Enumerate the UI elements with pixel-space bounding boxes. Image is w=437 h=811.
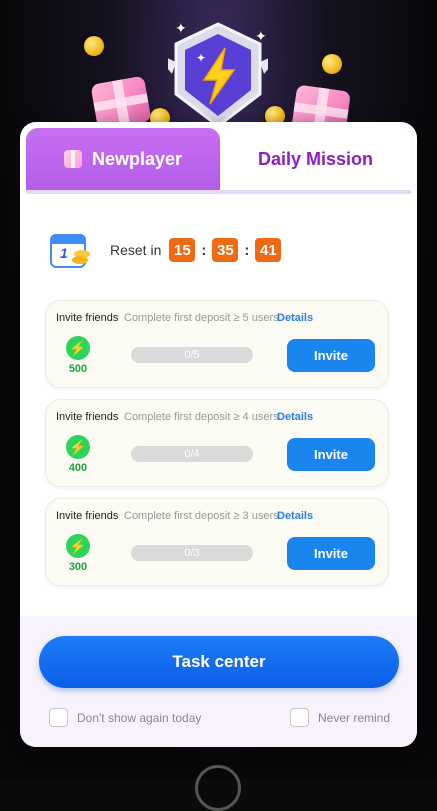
coin-icon — [84, 36, 104, 56]
timer-seconds: 41 — [255, 238, 282, 262]
task-reward: 300 — [68, 561, 88, 573]
close-button-ring[interactable] — [195, 765, 241, 811]
coin-icon — [322, 54, 342, 74]
task-progress-bar: 0/4 — [131, 446, 253, 462]
task-card: Invite friends Complete first deposit ≥ … — [45, 399, 389, 487]
invite-button[interactable]: Invite — [287, 537, 375, 570]
task-description: Complete first deposit ≥ 5 users — [124, 312, 279, 324]
reset-label: Reset in — [110, 242, 162, 258]
task-center-button[interactable]: Task center — [39, 636, 399, 688]
timer-hours: 15 — [169, 238, 196, 262]
tab-newplayer[interactable]: Newplayer — [26, 128, 220, 190]
invite-button[interactable]: Invite — [287, 339, 375, 372]
task-progress-text: 0/3 — [184, 547, 200, 559]
task-details-link[interactable]: Details — [277, 312, 313, 324]
header-decoration: ✦ ✦ ✦ — [0, 0, 437, 140]
task-description: Complete first deposit ≥ 4 users — [124, 411, 279, 423]
tab-divider — [26, 190, 411, 194]
task-progress-text: 0/4 — [184, 448, 200, 460]
task-title: Invite friends — [56, 411, 119, 423]
task-progress-text: 0/5 — [184, 349, 200, 361]
task-reward: 500 — [68, 363, 88, 375]
task-card: Invite friends Complete first deposit ≥ … — [45, 300, 389, 388]
calendar-coins-icon: 1 — [50, 230, 90, 270]
mission-card: Newplayer Daily Mission 1 Reset in 15 : … — [20, 122, 417, 747]
task-progress-bar: 0/3 — [131, 545, 253, 561]
task-progress-bar: 0/5 — [131, 347, 253, 363]
tab-newplayer-label: Newplayer — [91, 148, 183, 169]
task-description: Complete first deposit ≥ 3 users — [124, 510, 279, 522]
task-title: Invite friends — [56, 312, 119, 324]
never-remind-checkbox[interactable]: Never remind — [290, 708, 390, 727]
gift-icon — [63, 150, 82, 168]
tab-daily-mission-label: Daily Mission — [257, 148, 374, 169]
checkbox-box[interactable] — [290, 708, 309, 727]
svg-text:✦: ✦ — [196, 51, 206, 65]
dont-show-again-label: Don't show again today — [77, 710, 202, 725]
timer-minutes: 35 — [212, 238, 239, 262]
reset-timer-row: 1 Reset in 15 : 35 : 41 — [50, 230, 282, 270]
task-details-link[interactable]: Details — [277, 411, 313, 423]
lightning-badge-icon: ✦ — [154, 22, 282, 130]
task-card: Invite friends Complete first deposit ≥ … — [45, 498, 389, 586]
task-reward: 400 — [68, 462, 88, 474]
lightning-bolt-icon: ⚡ — [66, 435, 90, 459]
dont-show-again-checkbox[interactable]: Don't show again today — [49, 708, 201, 727]
timer-separator: : — [244, 241, 250, 259]
tab-daily-mission[interactable]: Daily Mission — [220, 128, 411, 190]
checkbox-box[interactable] — [49, 708, 68, 727]
invite-button[interactable]: Invite — [287, 438, 375, 471]
never-remind-label: Never remind — [318, 710, 391, 725]
calendar-day: 1 — [60, 245, 68, 261]
lightning-bolt-icon: ⚡ — [66, 534, 90, 558]
timer-separator: : — [201, 241, 207, 259]
lightning-bolt-icon: ⚡ — [66, 336, 90, 360]
task-title: Invite friends — [56, 510, 119, 522]
tab-bar: Newplayer Daily Mission — [26, 128, 411, 194]
task-details-link[interactable]: Details — [277, 510, 313, 522]
